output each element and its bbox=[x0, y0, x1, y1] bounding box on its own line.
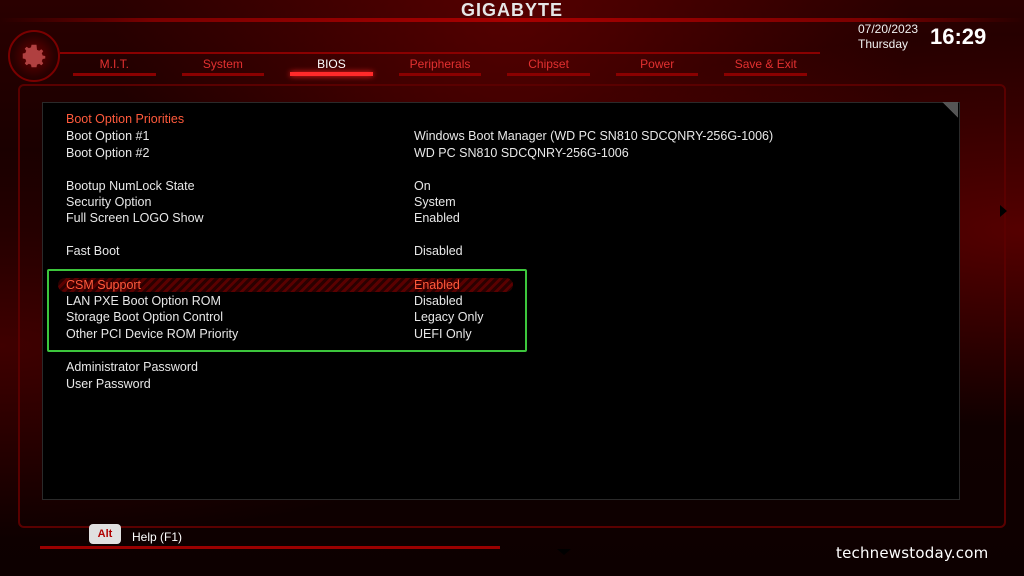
clock-time: 16:29 bbox=[930, 24, 987, 49]
setting-value[interactable]: System bbox=[414, 194, 456, 210]
setting-row-numlock[interactable]: Bootup NumLock State On bbox=[66, 178, 946, 194]
setting-label: Boot Option #1 bbox=[66, 129, 150, 143]
watermark: technewstoday.com bbox=[836, 544, 989, 562]
setting-row-fast-boot[interactable]: Fast Boot Disabled bbox=[66, 243, 946, 259]
setting-value[interactable]: Enabled bbox=[414, 210, 460, 226]
setting-value[interactable]: Windows Boot Manager (WD PC SN810 SDCQNR… bbox=[414, 128, 773, 144]
setting-label: Bootup NumLock State bbox=[66, 179, 195, 193]
tab-chipset[interactable]: Chipset bbox=[494, 54, 603, 78]
setting-label: Security Option bbox=[66, 195, 152, 209]
settings-gear-icon[interactable] bbox=[8, 30, 60, 82]
setting-value[interactable]: On bbox=[414, 178, 431, 194]
scroll-down-icon bbox=[557, 549, 571, 555]
bottom-frame-line bbox=[40, 546, 500, 549]
tab-peripherals[interactable]: Peripherals bbox=[386, 54, 495, 78]
section-title: Boot Option Priorities bbox=[66, 112, 185, 126]
setting-value[interactable]: WD PC SN810 SDCQNRY-256G-1006 bbox=[414, 145, 629, 161]
tab-system[interactable]: System bbox=[169, 54, 278, 78]
setting-label: User Password bbox=[66, 377, 151, 391]
tab-bios[interactable]: BIOS bbox=[277, 54, 386, 78]
setting-label: Full Screen LOGO Show bbox=[66, 211, 204, 225]
setting-value[interactable]: Disabled bbox=[414, 243, 463, 259]
tab-power[interactable]: Power bbox=[603, 54, 712, 78]
setting-label: Administrator Password bbox=[66, 360, 198, 374]
tab-save-exit[interactable]: Save & Exit bbox=[711, 54, 820, 78]
setting-label: Fast Boot bbox=[66, 244, 120, 258]
setting-row-boot-option-1[interactable]: Boot Option #1 Windows Boot Manager (WD … bbox=[66, 128, 946, 144]
clock-date: 07/20/2023 bbox=[858, 22, 919, 36]
alt-key-icon: Alt bbox=[89, 524, 121, 544]
main-tabs: M.I.T. System BIOS Peripherals Chipset P… bbox=[60, 52, 820, 78]
setting-row-boot-option-2[interactable]: Boot Option #2 WD PC SN810 SDCQNRY-256G-… bbox=[66, 145, 946, 161]
setting-row-logo-show[interactable]: Full Screen LOGO Show Enabled bbox=[66, 210, 946, 226]
clock: 07/20/2023 Thursday 16:29 bbox=[858, 22, 1008, 58]
annotation-highlight-box bbox=[47, 269, 527, 352]
clock-day: Thursday bbox=[858, 37, 909, 51]
help-hint[interactable]: Help (F1) bbox=[132, 530, 182, 544]
scroll-right-icon bbox=[1000, 205, 1007, 217]
setting-row-user-password[interactable]: User Password bbox=[66, 376, 946, 392]
section-title-row: Boot Option Priorities bbox=[66, 111, 946, 127]
setting-row-security-option[interactable]: Security Option System bbox=[66, 194, 946, 210]
tab-mit[interactable]: M.I.T. bbox=[60, 54, 169, 78]
setting-row-admin-password[interactable]: Administrator Password bbox=[66, 359, 946, 375]
gear-icon bbox=[22, 44, 46, 68]
setting-label: Boot Option #2 bbox=[66, 146, 150, 160]
